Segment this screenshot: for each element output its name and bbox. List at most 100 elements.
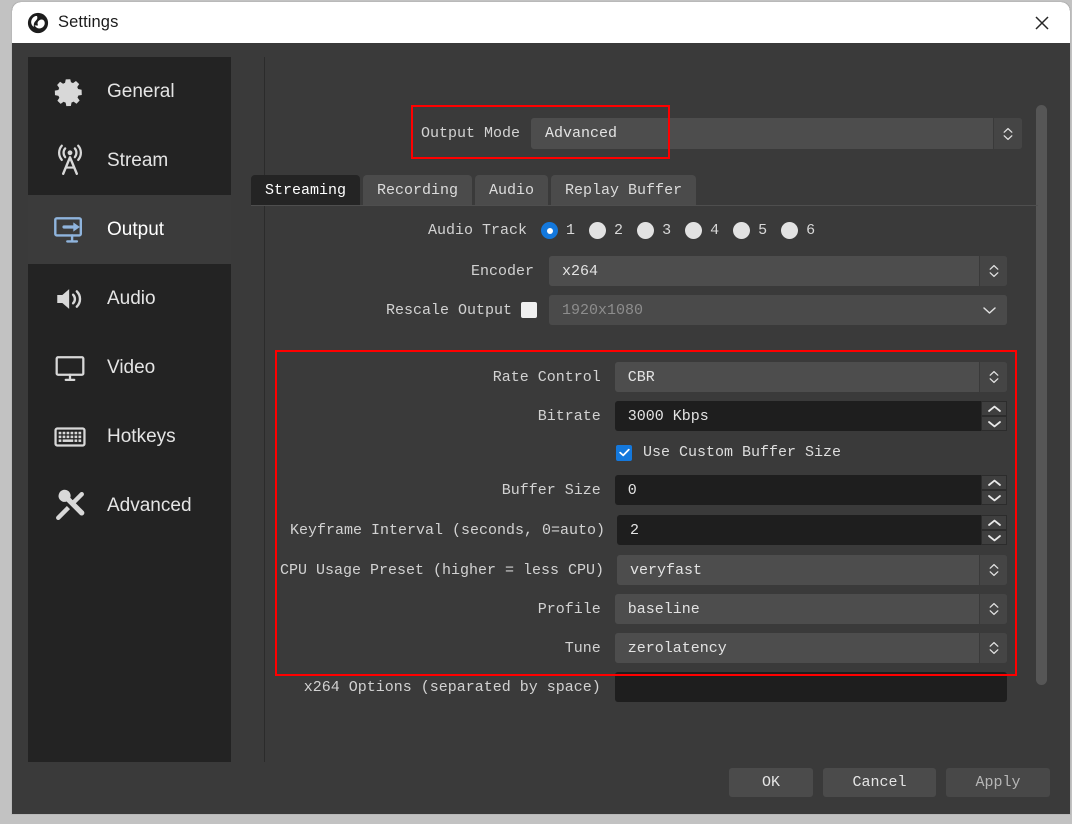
rate-control-row: Rate Control CBR — [290, 362, 1007, 392]
audio-track-radio-1[interactable]: 1 — [541, 222, 575, 239]
keyframe-interval-row: Keyframe Interval (seconds, 0=auto) 2 — [290, 515, 1007, 545]
radio-indicator — [589, 222, 607, 239]
encoder-label: Encoder — [470, 262, 534, 280]
radio-label: 2 — [614, 222, 624, 239]
radio-indicator — [781, 222, 799, 239]
audio-track-row: Audio Track 1 2 3 4 5 6 — [428, 222, 815, 239]
audio-track-radio-4[interactable]: 4 — [685, 222, 719, 239]
spinner-down-icon[interactable] — [981, 490, 1007, 505]
settings-window: Settings General Stream Output Audio Vid… — [12, 2, 1070, 814]
audio-track-radio-3[interactable]: 3 — [637, 222, 671, 239]
tab-recording[interactable]: Recording — [363, 175, 473, 205]
rescale-output-dropdown[interactable]: 1920x1080 — [549, 295, 1007, 325]
spinner-arrows[interactable] — [981, 515, 1007, 545]
radio-indicator — [637, 222, 655, 239]
obs-settings-screenshot: Settings General Stream Output Audio Vid… — [0, 0, 1072, 824]
spinner-down-icon[interactable] — [981, 416, 1007, 431]
chevron-down-icon[interactable] — [971, 295, 1007, 325]
cancel-button[interactable]: Cancel — [823, 768, 936, 797]
tab-streaming[interactable]: Streaming — [251, 175, 361, 205]
profile-value: baseline — [627, 600, 700, 618]
dialog-button-bar: OK Cancel Apply — [12, 768, 1070, 814]
radio-label: 6 — [806, 222, 816, 239]
close-icon[interactable] — [1014, 2, 1070, 43]
tab-audio[interactable]: Audio — [475, 175, 549, 205]
output-mode-combobox[interactable]: Advanced — [531, 118, 1022, 149]
tab-underline — [251, 205, 1038, 206]
bitrate-row: Bitrate 3000 Kbps — [290, 401, 1007, 431]
audio-track-label: Audio Track — [428, 222, 528, 239]
profile-label: Profile — [537, 600, 601, 618]
radio-label: 1 — [566, 222, 576, 239]
spinner-down-icon[interactable] — [981, 530, 1007, 545]
spinner-arrows[interactable] — [981, 475, 1007, 505]
spinner-up-icon[interactable] — [981, 515, 1007, 530]
title-bar: Settings — [12, 2, 1070, 43]
tune-combobox[interactable]: zerolatency — [614, 633, 1007, 663]
output-mode-label: Output Mode — [421, 125, 521, 142]
profile-combobox[interactable]: baseline — [614, 594, 1007, 624]
encoder-combobox[interactable]: x264 — [549, 256, 1007, 286]
radio-label: 4 — [710, 222, 720, 239]
x264-options-label: x264 Options (separated by space) — [303, 678, 601, 696]
encoder-value: x264 — [562, 262, 599, 280]
tune-label: Tune — [564, 639, 601, 657]
ok-button[interactable]: OK — [729, 768, 813, 797]
chevron-updown-icon[interactable] — [993, 118, 1022, 149]
tune-row: Tune zerolatency — [290, 633, 1007, 663]
rescale-output-label: Rescale Output — [385, 301, 512, 319]
chevron-updown-icon[interactable] — [979, 555, 1007, 585]
encoder-row: Encoder x264 — [290, 256, 1007, 286]
cpu-usage-preset-label: CPU Usage Preset (higher = less CPU) — [280, 561, 605, 579]
buffer-size-label: Buffer Size — [501, 481, 601, 499]
audio-track-radio-group: 1 2 3 4 5 6 — [527, 222, 815, 239]
audio-track-radio-2[interactable]: 2 — [589, 222, 623, 239]
window-title: Settings — [58, 13, 119, 31]
radio-indicator — [685, 222, 703, 239]
rescale-output-checkbox[interactable] — [521, 302, 537, 318]
x264-options-row: x264 Options (separated by space) — [290, 672, 1007, 702]
spinner-up-icon[interactable] — [981, 401, 1007, 416]
buffer-size-spinbox[interactable]: 0 — [614, 475, 1007, 505]
output-mode-value: Advanced — [545, 125, 618, 142]
chevron-updown-icon[interactable] — [979, 362, 1007, 392]
cpu-usage-preset-combobox[interactable]: veryfast — [617, 555, 1007, 585]
dialog-body: General Stream Output Audio Video Hotkey… — [12, 43, 1070, 814]
output-mode-row: Output Mode Advanced — [421, 118, 1022, 149]
rate-control-label: Rate Control — [492, 368, 601, 386]
buffer-size-row: Buffer Size 0 — [290, 475, 1007, 505]
rate-control-combobox[interactable]: CBR — [614, 362, 1007, 392]
profile-row: Profile baseline — [290, 594, 1007, 624]
bitrate-label: Bitrate — [537, 407, 601, 425]
rescale-output-value: 1920x1080 — [562, 301, 644, 319]
cpu-usage-preset-row: CPU Usage Preset (higher = less CPU) ver… — [280, 555, 1007, 585]
buffer-size-value: 0 — [627, 481, 637, 499]
cpu-usage-preset-value: veryfast — [630, 561, 703, 579]
keyframe-interval-label: Keyframe Interval (seconds, 0=auto) — [290, 521, 606, 539]
bitrate-spinbox[interactable]: 3000 Kbps — [614, 401, 1007, 431]
audio-track-radio-6[interactable]: 6 — [781, 222, 815, 239]
obs-logo-icon — [27, 12, 49, 34]
rescale-output-row: Rescale Output 1920x1080 — [290, 295, 1007, 325]
keyframe-interval-value: 2 — [630, 521, 640, 539]
use-custom-buffer-size-checkbox[interactable] — [616, 444, 632, 461]
keyframe-interval-spinbox[interactable]: 2 — [617, 515, 1007, 545]
output-settings-form: Output Mode Advanced Streaming Recording — [12, 43, 1070, 814]
chevron-updown-icon[interactable] — [979, 594, 1007, 624]
title-bar-left: Settings — [27, 2, 118, 43]
tune-value: zerolatency — [627, 639, 727, 657]
x264-options-input[interactable] — [614, 672, 1007, 702]
tab-replay-buffer[interactable]: Replay Buffer — [551, 175, 697, 205]
apply-button[interactable]: Apply — [946, 768, 1050, 797]
use-custom-buffer-size-label: Use Custom Buffer Size — [643, 444, 842, 461]
spinner-arrows[interactable] — [981, 401, 1007, 431]
output-tabs: Streaming Recording Audio Replay Buffer — [251, 174, 1041, 205]
radio-label: 3 — [662, 222, 672, 239]
radio-label: 5 — [758, 222, 768, 239]
audio-track-radio-5[interactable]: 5 — [733, 222, 767, 239]
spinner-up-icon[interactable] — [981, 475, 1007, 490]
chevron-updown-icon[interactable] — [979, 256, 1007, 286]
chevron-updown-icon[interactable] — [979, 633, 1007, 663]
use-custom-buffer-size-row: Use Custom Buffer Size — [616, 444, 841, 461]
rate-control-value: CBR — [627, 368, 655, 386]
